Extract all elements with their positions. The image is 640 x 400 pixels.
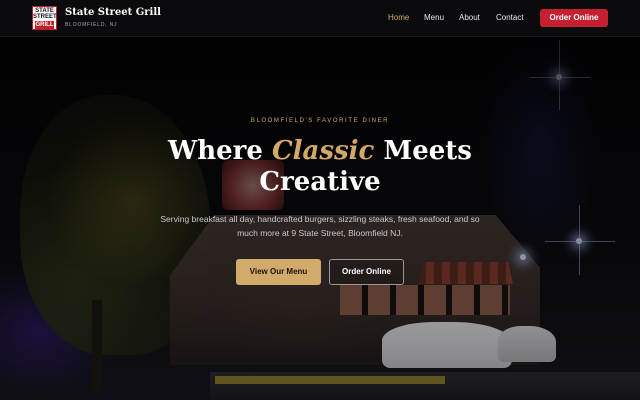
- hero-eyebrow: BLOOMFIELD'S FAVORITE DINER: [250, 118, 390, 124]
- brand-name[interactable]: State Street Grill: [65, 7, 161, 18]
- logo-line-2: STREET: [33, 14, 57, 20]
- nav-home[interactable]: Home: [388, 13, 409, 22]
- brand-logo[interactable]: STATE STREET GRILL: [32, 6, 57, 30]
- site-header: STATE STREET GRILL State Street Grill BL…: [0, 0, 640, 37]
- logo-line-3: GRILL: [35, 21, 54, 29]
- nav-menu[interactable]: Menu: [424, 13, 444, 22]
- hero-overlay: [0, 0, 640, 400]
- hero-background: [0, 0, 640, 400]
- nav-contact[interactable]: Contact: [496, 13, 524, 22]
- hero-title-before: Where: [168, 136, 272, 166]
- order-online-header-button[interactable]: Order Online: [540, 9, 608, 27]
- view-menu-button[interactable]: View Our Menu: [236, 259, 321, 285]
- nav-about[interactable]: About: [459, 13, 480, 22]
- order-online-hero-button[interactable]: Order Online: [329, 259, 404, 285]
- hero-subtitle: Serving breakfast all day, handcrafted b…: [160, 214, 480, 238]
- brand-location: BLOOMFIELD, NJ: [65, 22, 118, 28]
- hero-title: Where Classic Meets Creative: [150, 136, 490, 198]
- hero-title-emphasis: Classic: [271, 136, 375, 166]
